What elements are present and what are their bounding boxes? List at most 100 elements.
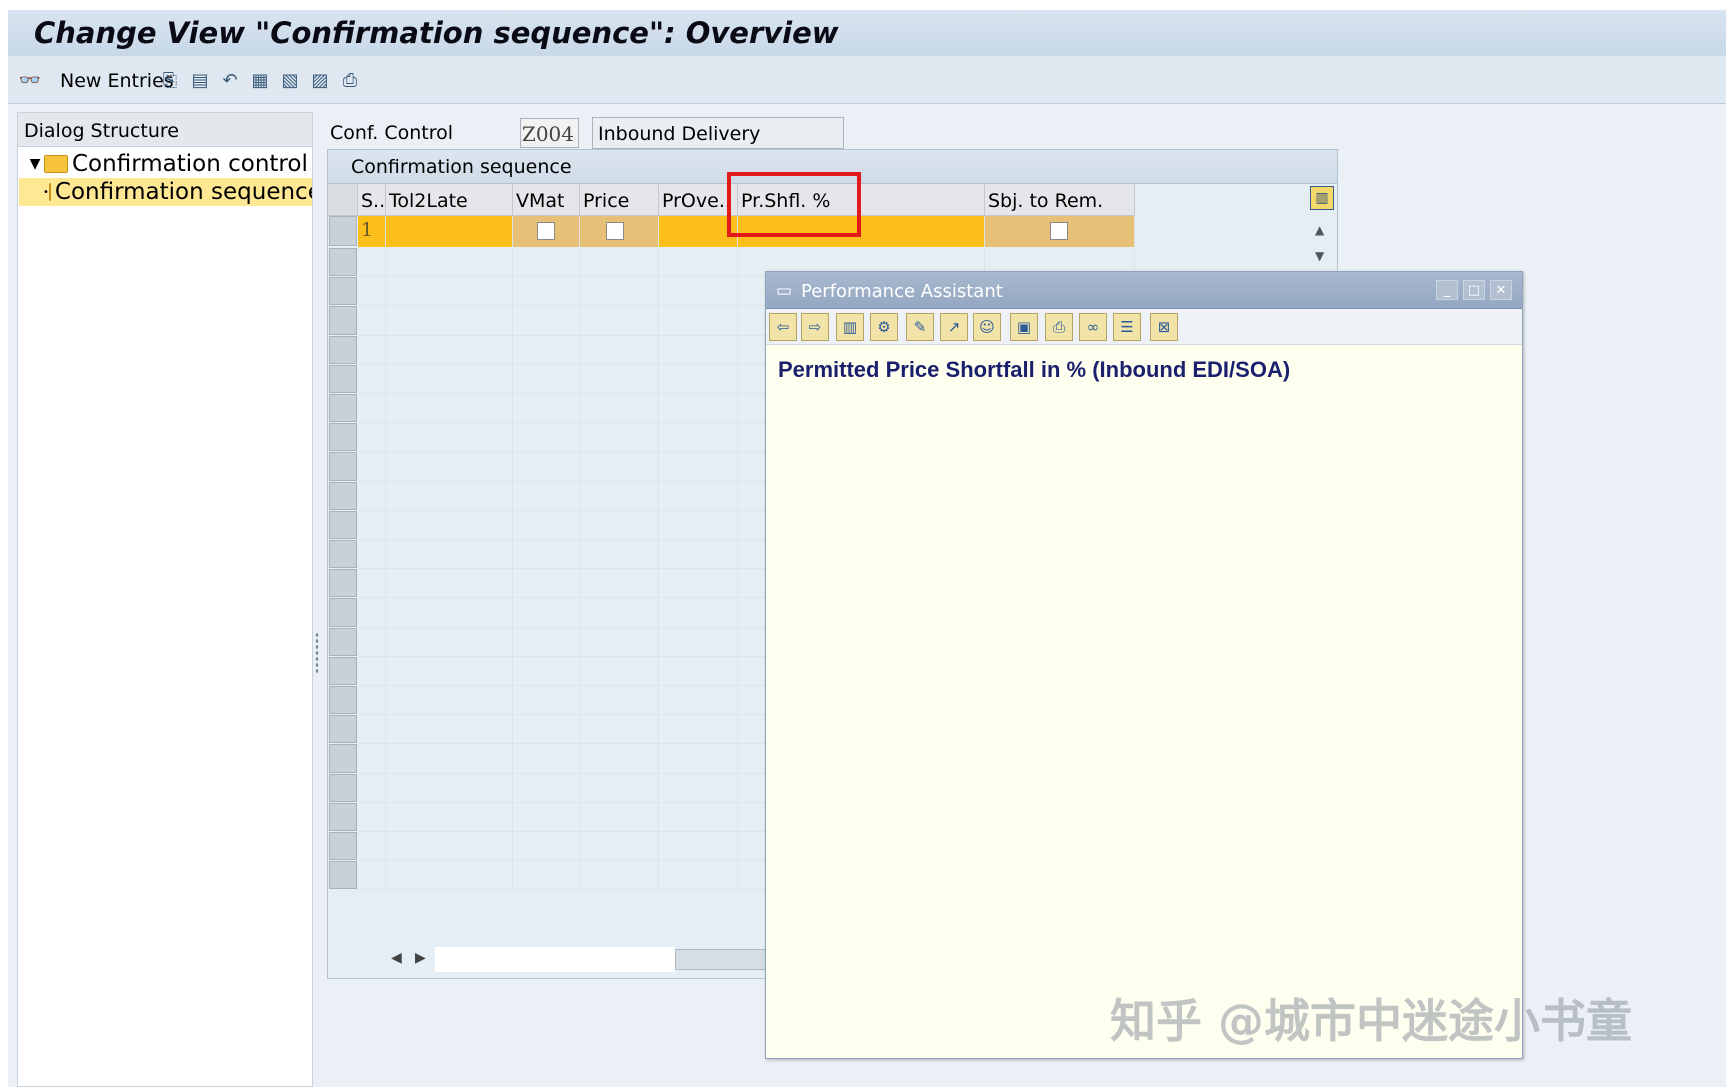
table-cell[interactable] <box>386 423 513 453</box>
table-cell[interactable] <box>358 335 386 365</box>
table-cell[interactable] <box>358 452 386 482</box>
table-cell[interactable] <box>659 277 738 307</box>
table-cell[interactable] <box>358 627 386 657</box>
table-cell[interactable] <box>358 686 386 716</box>
table-cell[interactable] <box>580 802 659 832</box>
table-cell[interactable] <box>580 452 659 482</box>
row-selector[interactable] <box>329 335 357 364</box>
table-cell[interactable] <box>386 832 513 862</box>
conf-control-code-field[interactable]: Z004 <box>520 118 579 148</box>
table-cell[interactable] <box>659 394 738 424</box>
table-cell[interactable] <box>580 744 659 774</box>
table-cell[interactable] <box>386 364 513 394</box>
table-cell[interactable] <box>580 364 659 394</box>
undo-icon[interactable]: ↶ <box>218 68 242 92</box>
pa-title-bar[interactable]: ▭ Performance Assistant _ □ ✕ <box>766 272 1522 309</box>
table-cell[interactable] <box>513 481 580 511</box>
table-cell[interactable] <box>659 248 738 278</box>
forward-icon[interactable]: ⇨ <box>801 313 829 341</box>
copy-icon[interactable]: ⎘ <box>158 68 182 92</box>
row-selector[interactable] <box>329 627 357 656</box>
table-cell[interactable] <box>580 598 659 628</box>
deselect-icon[interactable]: ▨ <box>308 68 332 92</box>
table-cell[interactable] <box>659 861 738 891</box>
row-selector[interactable] <box>329 686 357 715</box>
table-cell[interactable] <box>386 277 513 307</box>
row-selector[interactable] <box>329 452 357 481</box>
table-cell[interactable] <box>513 423 580 453</box>
row-selector[interactable] <box>329 715 357 744</box>
table-cell[interactable] <box>659 802 738 832</box>
table-cell[interactable] <box>659 627 738 657</box>
cell-vmat[interactable] <box>513 216 580 247</box>
table-cell[interactable] <box>358 394 386 424</box>
minimize-icon[interactable]: _ <box>1436 280 1458 300</box>
table-cell[interactable] <box>513 686 580 716</box>
select-block-icon[interactable]: ▧ <box>278 68 302 92</box>
user-icon[interactable]: ☺ <box>973 313 1001 341</box>
table-cell[interactable] <box>580 423 659 453</box>
binoculars-icon[interactable]: ∞ <box>1079 313 1107 341</box>
select-all-icon[interactable]: ▦ <box>248 68 272 92</box>
table-cell[interactable] <box>386 598 513 628</box>
cell-sbj-to-rem[interactable] <box>985 216 1135 247</box>
row-selector[interactable] <box>329 216 357 246</box>
row-selector[interactable] <box>329 510 357 539</box>
table-cell[interactable] <box>386 335 513 365</box>
table-cell[interactable] <box>358 715 386 745</box>
column-header-sbj-to-rem[interactable]: Sbj. to Rem. <box>985 184 1135 216</box>
table-cell[interactable] <box>513 832 580 862</box>
column-header-tol2late[interactable]: Tol2Late <box>386 184 513 216</box>
table-cell[interactable] <box>659 598 738 628</box>
table-cell[interactable] <box>358 540 386 570</box>
table-cell[interactable] <box>358 306 386 336</box>
row-selector[interactable] <box>329 248 357 277</box>
table-cell[interactable] <box>386 481 513 511</box>
vmat-checkbox[interactable] <box>537 222 555 240</box>
table-cell[interactable] <box>358 773 386 803</box>
table-cell[interactable] <box>386 715 513 745</box>
table-cell[interactable] <box>580 686 659 716</box>
table-cell[interactable] <box>580 394 659 424</box>
table-cell[interactable] <box>513 277 580 307</box>
table-cell[interactable] <box>580 861 659 891</box>
table-cell[interactable] <box>358 861 386 891</box>
table-cell[interactable] <box>386 686 513 716</box>
table-cell[interactable] <box>513 656 580 686</box>
cell-price[interactable] <box>580 216 659 247</box>
table-cell[interactable] <box>659 364 738 394</box>
row-selector[interactable] <box>329 773 357 802</box>
table-cell[interactable] <box>513 335 580 365</box>
table-cell[interactable] <box>580 335 659 365</box>
table-cell[interactable] <box>659 481 738 511</box>
table-cell[interactable] <box>580 540 659 570</box>
horizontal-scrollbar[interactable]: ◀ ▶ <box>385 947 785 973</box>
scroll-right-icon[interactable]: ▶ <box>415 950 426 966</box>
table-cell[interactable] <box>659 540 738 570</box>
row-selector[interactable] <box>329 364 357 393</box>
table-cell[interactable] <box>580 715 659 745</box>
table-cell[interactable] <box>580 248 659 278</box>
table-cell[interactable] <box>386 510 513 540</box>
row-selector[interactable] <box>329 598 357 627</box>
table-cell[interactable] <box>513 627 580 657</box>
new-entries-button[interactable]: New Entries <box>60 70 174 92</box>
table-cell[interactable] <box>386 773 513 803</box>
table-cell[interactable] <box>513 364 580 394</box>
row-selector[interactable] <box>329 861 357 890</box>
table-cell[interactable] <box>513 744 580 774</box>
table-cell[interactable] <box>513 452 580 482</box>
table-cell[interactable] <box>358 364 386 394</box>
row-selector[interactable] <box>329 277 357 306</box>
table-cell[interactable] <box>659 686 738 716</box>
table-cell[interactable] <box>358 481 386 511</box>
scroll-track[interactable] <box>435 947 675 972</box>
table-cell[interactable] <box>386 540 513 570</box>
row-selector[interactable] <box>329 832 357 861</box>
table-cell[interactable] <box>386 744 513 774</box>
row-selector[interactable] <box>329 423 357 452</box>
table-cell[interactable] <box>386 306 513 336</box>
table-cell[interactable] <box>358 510 386 540</box>
table-cell[interactable] <box>659 335 738 365</box>
panel-splitter[interactable] <box>315 632 319 674</box>
